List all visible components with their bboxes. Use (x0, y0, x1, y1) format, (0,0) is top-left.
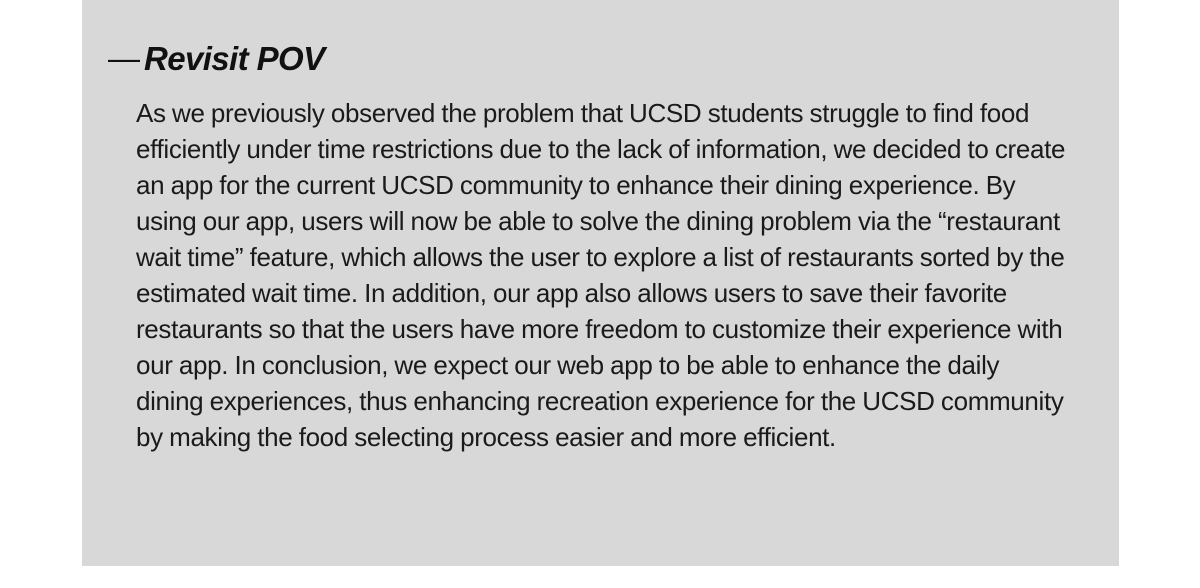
section-title: Revisit POV (144, 39, 325, 77)
heading-dash: — (108, 40, 140, 76)
section-heading: — Revisit POV (108, 36, 325, 80)
section-body-paragraph: As we previously observed the problem th… (136, 98, 1066, 452)
